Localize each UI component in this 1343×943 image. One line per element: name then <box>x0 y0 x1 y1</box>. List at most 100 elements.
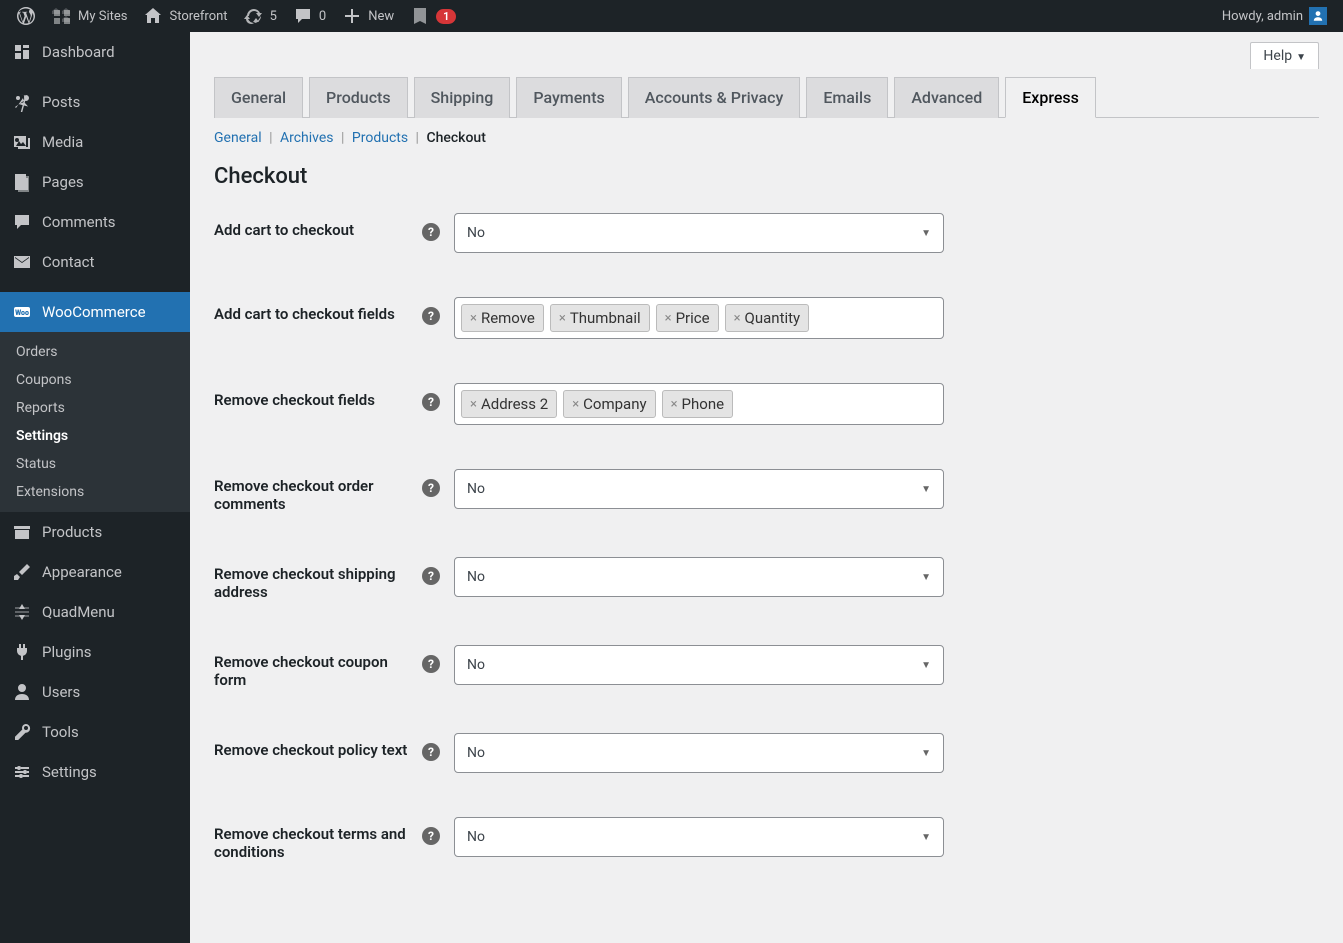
menu-quadmenu[interactable]: QuadMenu <box>0 592 190 632</box>
menu-comments[interactable]: Comments <box>0 202 190 242</box>
menu-woocommerce[interactable]: Woo WooCommerce <box>0 292 190 332</box>
row-add_cart_fields: Add cart to checkout fields?×Remove×Thum… <box>214 297 1319 339</box>
menu-tools[interactable]: Tools <box>0 712 190 752</box>
remove-tag-icon[interactable]: × <box>671 397 678 412</box>
select-add_cart[interactable]: No▼ <box>454 213 944 253</box>
menu-pages[interactable]: Pages <box>0 162 190 202</box>
remove-tag-icon[interactable]: × <box>734 311 741 326</box>
submenu-orders[interactable]: Orders <box>0 338 190 366</box>
tab-products[interactable]: Products <box>309 77 408 118</box>
label-remove_coupon: Remove checkout coupon form <box>214 645 414 689</box>
tag[interactable]: ×Thumbnail <box>550 304 650 332</box>
menu-users[interactable]: Users <box>0 672 190 712</box>
menu-label: Products <box>42 523 102 541</box>
plus-icon <box>342 6 362 26</box>
select-remove_comments[interactable]: No▼ <box>454 469 944 509</box>
tab-emails[interactable]: Emails <box>806 77 888 118</box>
tag[interactable]: ×Remove <box>461 304 544 332</box>
menu-label: QuadMenu <box>42 603 115 621</box>
site-name[interactable]: Storefront <box>135 0 235 32</box>
tag[interactable]: ×Phone <box>662 390 733 418</box>
remove-tag-icon[interactable]: × <box>470 311 477 326</box>
row-remove_policy: Remove checkout policy text?No▼ <box>214 733 1319 773</box>
submenu: OrdersCouponsReportsSettingsStatusExtens… <box>0 332 190 512</box>
tab-shipping[interactable]: Shipping <box>414 77 511 118</box>
remove-tag-icon[interactable]: × <box>470 397 477 412</box>
menu-label: Users <box>42 683 80 701</box>
pages-icon <box>12 172 32 192</box>
tag[interactable]: ×Price <box>656 304 719 332</box>
tag[interactable]: ×Company <box>563 390 655 418</box>
tab-accounts-privacy[interactable]: Accounts & Privacy <box>628 77 801 118</box>
menu-products[interactable]: Products <box>0 512 190 552</box>
help-icon[interactable]: ? <box>422 393 440 411</box>
submenu-coupons[interactable]: Coupons <box>0 366 190 394</box>
brush-icon <box>12 562 32 582</box>
content: Help▼ GeneralProductsShippingPaymentsAcc… <box>190 32 1343 943</box>
howdy[interactable]: Howdy, admin <box>1214 0 1335 32</box>
plug-icon <box>12 642 32 662</box>
quad-icon <box>12 602 32 622</box>
comments-bar[interactable]: 0 <box>285 0 334 32</box>
remove-tag-icon[interactable]: × <box>572 397 579 412</box>
select-remove_shipping[interactable]: No▼ <box>454 557 944 597</box>
help-icon[interactable]: ? <box>422 567 440 585</box>
tags-remove_fields[interactable]: ×Address 2×Company×Phone <box>454 383 944 425</box>
tab-general[interactable]: General <box>214 77 303 118</box>
comment-icon <box>293 6 313 26</box>
tag[interactable]: ×Quantity <box>725 304 810 332</box>
submenu-settings[interactable]: Settings <box>0 422 190 450</box>
menu-plugins[interactable]: Plugins <box>0 632 190 672</box>
new[interactable]: New <box>334 0 402 32</box>
tags-add_cart_fields[interactable]: ×Remove×Thumbnail×Price×Quantity <box>454 297 944 339</box>
tab-advanced[interactable]: Advanced <box>894 77 999 118</box>
menu-label: Posts <box>42 93 80 111</box>
select-remove_policy[interactable]: No▼ <box>454 733 944 773</box>
woo-icon: Woo <box>12 302 32 322</box>
menu-label: Pages <box>42 173 84 191</box>
sites-icon <box>52 6 72 26</box>
avatar-icon <box>1309 7 1327 25</box>
select-remove_coupon[interactable]: No▼ <box>454 645 944 685</box>
menu-appearance[interactable]: Appearance <box>0 552 190 592</box>
subnav-current: Checkout <box>426 130 485 146</box>
help-icon[interactable]: ? <box>422 655 440 673</box>
chevron-down-icon: ▼ <box>1296 52 1306 63</box>
updates[interactable]: 5 <box>236 0 285 32</box>
subnav-products[interactable]: Products <box>352 130 408 146</box>
my-sites[interactable]: My Sites <box>44 0 135 32</box>
archive-icon <box>12 522 32 542</box>
row-add_cart: Add cart to checkout?No▼ <box>214 213 1319 253</box>
pin-icon <box>12 92 32 112</box>
comment-icon <box>12 212 32 232</box>
subnav-archives[interactable]: Archives <box>280 130 334 146</box>
menu-settings[interactable]: Settings <box>0 752 190 792</box>
help-icon[interactable]: ? <box>422 827 440 845</box>
menu-posts[interactable]: Posts <box>0 82 190 122</box>
help-tab[interactable]: Help▼ <box>1250 42 1319 69</box>
submenu-extensions[interactable]: Extensions <box>0 478 190 506</box>
my-sites-label: My Sites <box>78 9 127 24</box>
remove-tag-icon[interactable]: × <box>559 311 566 326</box>
menu-media[interactable]: Media <box>0 122 190 162</box>
svg-text:Woo: Woo <box>15 309 29 317</box>
select-remove_terms[interactable]: No▼ <box>454 817 944 857</box>
menu-contact[interactable]: Contact <box>0 242 190 282</box>
chevron-down-icon: ▼ <box>921 484 931 495</box>
menu-dashboard[interactable]: Dashboard <box>0 32 190 72</box>
submenu-reports[interactable]: Reports <box>0 394 190 422</box>
row-remove_terms: Remove checkout terms and conditions?No▼ <box>214 817 1319 861</box>
yoast[interactable]: 1 <box>402 0 464 32</box>
help-icon[interactable]: ? <box>422 743 440 761</box>
remove-tag-icon[interactable]: × <box>665 311 672 326</box>
tab-payments[interactable]: Payments <box>516 77 621 118</box>
wp-logo[interactable] <box>8 0 44 32</box>
help-icon[interactable]: ? <box>422 223 440 241</box>
submenu-status[interactable]: Status <box>0 450 190 478</box>
menu-label: WooCommerce <box>42 303 146 321</box>
tab-express[interactable]: Express <box>1005 77 1096 118</box>
help-icon[interactable]: ? <box>422 307 440 325</box>
subnav-general[interactable]: General <box>214 130 262 146</box>
tag[interactable]: ×Address 2 <box>461 390 557 418</box>
help-icon[interactable]: ? <box>422 479 440 497</box>
